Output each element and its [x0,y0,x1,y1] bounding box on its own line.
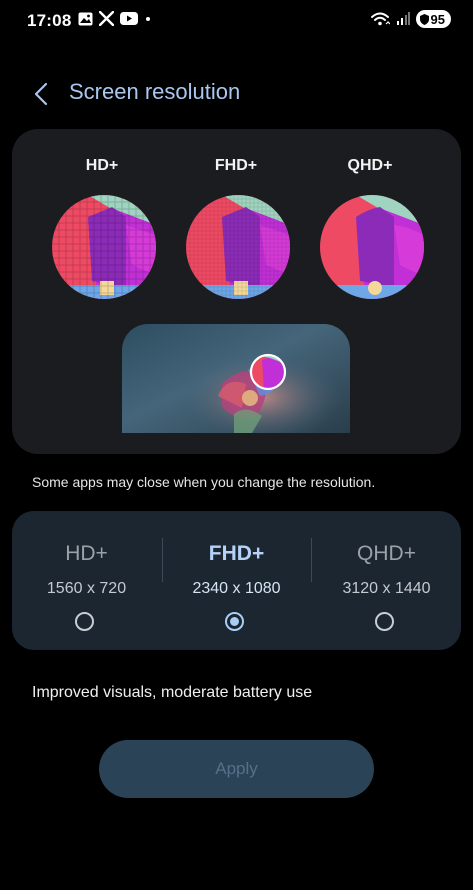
x-app-icon [99,11,114,26]
option-hd-resolution: 1560 x 720 [46,580,127,597]
option-qhd-resolution: 3120 x 1440 [342,580,431,597]
option-qhd-radio[interactable] [375,612,394,631]
option-fhd-name: FHD+ [208,542,265,565]
resolution-options-card: HD+ 1560 x 720 FHD+ 2340 x 1080 QHD+ 312… [12,511,461,650]
more-notifications-dot [146,16,150,21]
wifi-icon [370,12,390,26]
option-hd-radio[interactable] [75,612,94,631]
apply-button[interactable]: Apply [99,740,374,798]
shield-icon [419,13,429,25]
option-hd-name: HD+ [65,542,108,565]
preview-label-hd: HD+ [85,157,119,174]
option-qhd-name: QHD+ [357,542,416,565]
status-time: 17:08 [27,11,72,30]
back-arrow-icon[interactable] [28,78,56,110]
status-bar: 17:08 95 [0,0,473,42]
option-hd[interactable]: HD+ 1560 x 720 [12,511,161,650]
page-title: Screen resolution [69,79,241,104]
preview-column-fhd: FHD+ [184,157,288,175]
selected-option-description: Improved visuals, moderate battery use [32,684,313,701]
preview-column-hd: HD+ [50,157,154,175]
preview-label-qhd: QHD+ [347,157,393,174]
preview-image-hd [52,195,156,299]
option-qhd[interactable]: QHD+ 3120 x 1440 [312,511,461,650]
notification-icons [78,11,150,26]
option-fhd[interactable]: FHD+ 2340 x 1080 [162,511,311,650]
resolution-preview-card: HD+ FHD+ QHD+ [12,129,461,454]
option-fhd-resolution: 2340 x 1080 [192,580,281,597]
battery-indicator: 95 [415,10,451,28]
header: Screen resolution [0,72,473,116]
signal-icon [396,12,410,25]
status-right: 95 [370,10,451,28]
gallery-icon [78,12,93,25]
preview-image-qhd [320,195,424,299]
preview-label-fhd: FHD+ [214,157,258,174]
option-fhd-radio[interactable] [225,612,244,631]
preview-column-qhd: QHD+ [318,157,422,175]
battery-level: 95 [430,11,445,27]
preview-image-fhd [186,195,290,299]
resolution-note: Some apps may close when you change the … [32,474,376,490]
wallpaper-preview-image [122,324,350,433]
youtube-icon [120,12,138,25]
